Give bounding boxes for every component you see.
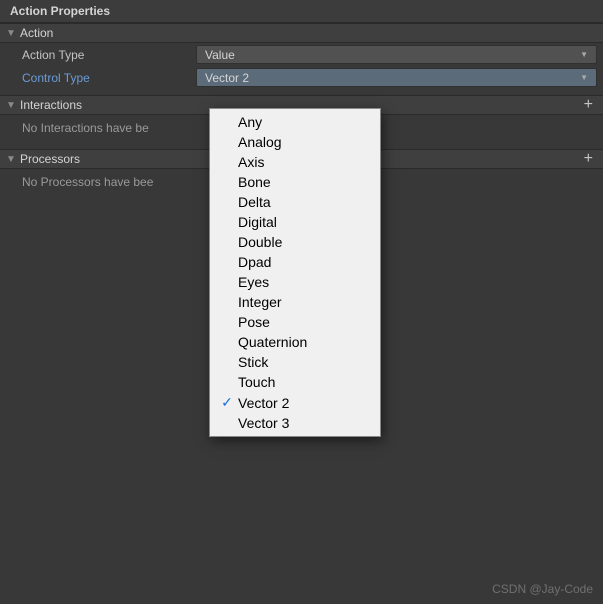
- check-icon: ✓: [216, 394, 238, 411]
- foldout-icon: ▼: [6, 100, 18, 111]
- control-type-option[interactable]: Dpad: [210, 252, 380, 272]
- control-type-value: Vector 2: [205, 71, 580, 85]
- option-label: Touch: [238, 374, 275, 390]
- option-label: Delta: [238, 194, 271, 210]
- option-label: Quaternion: [238, 334, 307, 350]
- control-type-option[interactable]: Axis: [210, 152, 380, 172]
- field-action-type: Action Type Value ▼: [0, 43, 603, 66]
- control-type-option[interactable]: Double: [210, 232, 380, 252]
- chevron-down-icon: ▼: [580, 73, 588, 82]
- watermark: CSDN @Jay-Code: [492, 582, 593, 596]
- option-label: Integer: [238, 294, 282, 310]
- control-type-option[interactable]: Eyes: [210, 272, 380, 292]
- option-label: Pose: [238, 314, 270, 330]
- add-processor-button[interactable]: +: [580, 153, 597, 165]
- control-type-option[interactable]: Quaternion: [210, 332, 380, 352]
- option-label: Double: [238, 234, 282, 250]
- section-title-action: Action: [20, 26, 597, 40]
- option-label: Any: [238, 114, 262, 130]
- control-type-option[interactable]: Vector 3: [210, 413, 380, 433]
- control-type-option[interactable]: ✓Vector 2: [210, 392, 380, 413]
- action-type-label: Action Type: [22, 48, 196, 62]
- option-label: Analog: [238, 134, 282, 150]
- control-type-dropdown[interactable]: Vector 2 ▼: [196, 68, 597, 87]
- option-label: Digital: [238, 214, 277, 230]
- control-type-popup: Any Analog Axis Bone Delta Digital Double Dpad E…: [209, 108, 381, 437]
- control-type-option[interactable]: Touch: [210, 372, 380, 392]
- option-label: Eyes: [238, 274, 269, 290]
- action-type-dropdown[interactable]: Value ▼: [196, 45, 597, 64]
- option-label: Bone: [238, 174, 271, 190]
- option-label: Axis: [238, 154, 264, 170]
- option-label: Dpad: [238, 254, 271, 270]
- foldout-icon: ▼: [6, 28, 18, 39]
- option-label: Stick: [238, 354, 268, 370]
- section-header-action[interactable]: ▼ Action: [0, 23, 603, 43]
- action-type-value: Value: [205, 48, 580, 62]
- panel-title: Action Properties: [0, 0, 603, 23]
- field-control-type: Control Type Vector 2 ▼: [0, 66, 603, 89]
- chevron-down-icon: ▼: [580, 50, 588, 59]
- control-type-label: Control Type: [22, 71, 196, 85]
- foldout-icon: ▼: [6, 154, 18, 165]
- option-label: Vector 2: [238, 395, 289, 411]
- control-type-option[interactable]: Digital: [210, 212, 380, 232]
- control-type-option[interactable]: Pose: [210, 312, 380, 332]
- control-type-option[interactable]: Delta: [210, 192, 380, 212]
- add-interaction-button[interactable]: +: [580, 99, 597, 111]
- control-type-option[interactable]: Any: [210, 112, 380, 132]
- control-type-option[interactable]: Stick: [210, 352, 380, 372]
- control-type-option[interactable]: Integer: [210, 292, 380, 312]
- control-type-option[interactable]: Bone: [210, 172, 380, 192]
- control-type-option[interactable]: Analog: [210, 132, 380, 152]
- option-label: Vector 3: [238, 415, 289, 431]
